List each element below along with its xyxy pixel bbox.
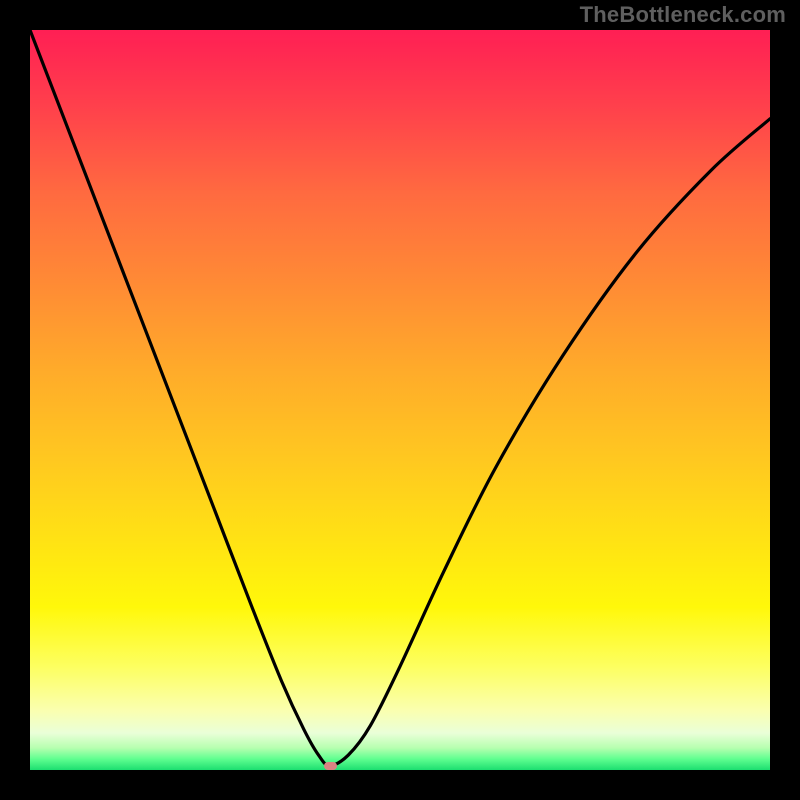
- plot-area: [30, 30, 770, 770]
- minimum-marker: [324, 762, 337, 770]
- bottleneck-curve: [30, 30, 770, 770]
- chart-frame: TheBottleneck.com: [0, 0, 800, 800]
- watermark-text: TheBottleneck.com: [580, 2, 786, 28]
